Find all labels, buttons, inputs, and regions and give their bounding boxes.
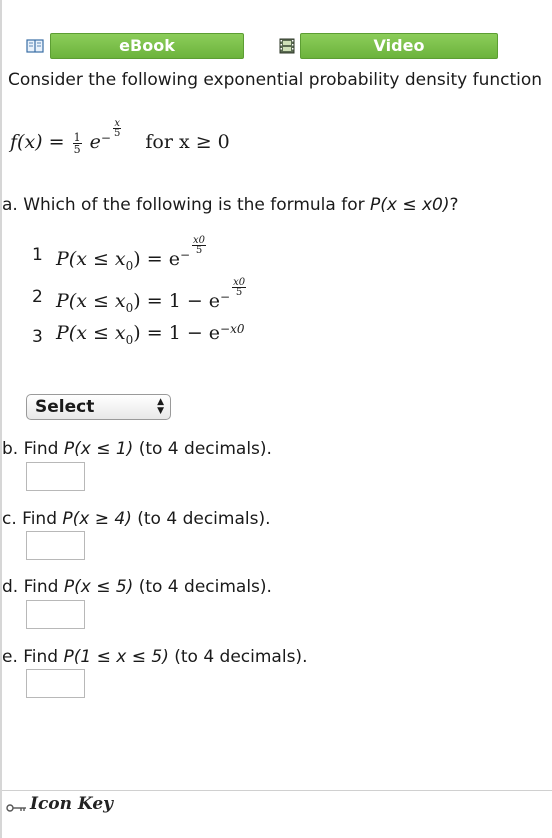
question-b-expr: P(x ≤ 1) <box>63 439 134 459</box>
pdf-lhs: f(x) = <box>10 131 65 153</box>
option-1-lhs: P(x ≤ x <box>56 248 126 270</box>
pdf-formula: f(x) = 1 5 e− x 5 for x ≥ 0 <box>10 119 230 156</box>
pdf-condition: for x ≥ 0 <box>145 131 230 153</box>
exp-denominator: 5 <box>113 128 121 139</box>
question-c-label: c. Find <box>2 509 63 529</box>
answer-select[interactable]: Select ▲ ▼ <box>26 394 171 420</box>
question-e: e. Find P(1 ≤ x ≤ 5) (to 4 decimals). <box>2 647 307 667</box>
question-a: a. Which of the following is the formula… <box>2 195 459 215</box>
pdf-coefficient: 1 5 <box>72 130 82 156</box>
question-c: c. Find P(x ≥ 4) (to 4 decimals). <box>2 509 270 529</box>
question-e-expr: P(1 ≤ x ≤ 5) <box>63 647 169 667</box>
question-a-end: ? <box>449 195 459 215</box>
question-c-expr: P(x ≥ 4) <box>62 509 132 529</box>
option-3-exponent: −x0 <box>220 322 245 336</box>
option-1-exp-sign: − <box>179 248 190 262</box>
pdf-exponent: x5 <box>112 119 122 139</box>
footer-divider <box>2 790 552 791</box>
question-b-label: b. Find <box>2 439 64 459</box>
question-b: b. Find P(x ≤ 1) (to 4 decimals). <box>2 439 272 459</box>
option-1-formula: P(x ≤ x0) = e− x0 5 <box>56 236 207 273</box>
pdf-base: e <box>89 131 101 153</box>
option-2-number: 2 <box>32 287 43 307</box>
book-icon <box>26 38 44 54</box>
option-1-exp-den: 5 <box>195 245 203 256</box>
option-2-exp-sign: − <box>220 290 231 304</box>
option-3-formula: P(x ≤ x0) = 1 − e−x0 <box>56 322 245 347</box>
question-d-end: (to 4 decimals). <box>133 577 272 597</box>
answer-d-input[interactable] <box>26 600 85 629</box>
option-1-rhs: ) = e <box>133 248 180 270</box>
answer-e-input[interactable] <box>26 669 85 698</box>
icon-key-label: Icon Key <box>30 794 114 814</box>
coef-denominator: 5 <box>73 142 81 156</box>
film-icon <box>278 38 296 54</box>
key-icon <box>6 799 28 812</box>
select-arrows-icon: ▲ ▼ <box>157 397 164 416</box>
option-2-exponent: x0 5 <box>232 278 247 298</box>
pdf-exp-sign: − <box>100 131 111 145</box>
problem-intro: Consider the following exponential proba… <box>8 70 543 90</box>
question-a-expr: P(x ≤ x0) <box>370 195 450 215</box>
question-e-label: e. Find <box>2 647 64 667</box>
option-3-number: 3 <box>32 327 43 347</box>
answer-b-input[interactable] <box>26 462 85 491</box>
option-2-lhs: P(x ≤ x <box>56 290 126 312</box>
question-d-label: d. Find <box>2 577 64 597</box>
question-c-end: (to 4 decimals). <box>131 509 271 529</box>
option-3-lhs: P(x ≤ x <box>56 322 126 344</box>
option-3-rhs: ) = 1 − e <box>133 322 221 344</box>
answer-c-input[interactable] <box>26 531 85 560</box>
question-d-expr: P(x ≤ 5) <box>63 577 134 597</box>
question-d: d. Find P(x ≤ 5) (to 4 decimals). <box>2 577 272 597</box>
ebook-button[interactable]: eBook <box>50 33 244 59</box>
option-1-number: 1 <box>32 245 43 265</box>
select-value: Select <box>35 397 95 417</box>
coef-numerator: 1 <box>72 130 82 144</box>
option-2-exp-den: 5 <box>235 287 243 298</box>
left-border <box>0 0 2 838</box>
option-2-rhs: ) = 1 − e <box>133 290 221 312</box>
icon-key-link[interactable]: Icon Key <box>6 794 113 814</box>
option-1-exponent: x0 5 <box>192 236 207 256</box>
option-2-formula: P(x ≤ x0) = 1 − e− x0 5 <box>56 278 247 315</box>
question-a-label: a. Which of the following is the formula… <box>2 195 370 215</box>
resource-toolbar: eBook Video <box>16 32 498 60</box>
video-button[interactable]: Video <box>300 33 498 59</box>
question-e-end: (to 4 decimals). <box>168 647 308 667</box>
question-b-end: (to 4 decimals). <box>133 439 272 459</box>
